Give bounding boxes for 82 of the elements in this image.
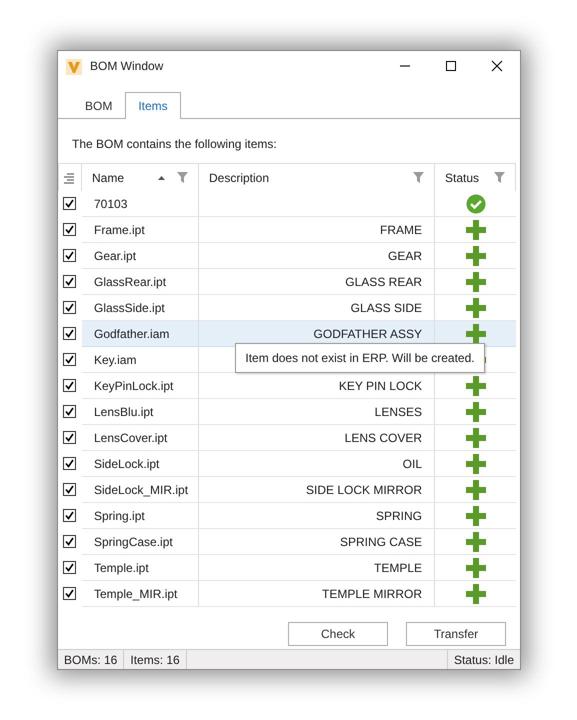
table-cell-text: TEMPLE MIRROR [322,586,422,602]
plus-icon [466,376,486,396]
table-cell-text: SideLock_MIR.ipt [94,482,188,498]
row-checkbox[interactable] [63,535,76,548]
table-cell-text: LENS COVER [344,430,422,446]
row-checkbox[interactable] [63,405,76,418]
row-checkbox[interactable] [63,249,76,262]
table-cell-text: SIDE LOCK MIRROR [306,482,422,498]
tooltip-text: Item does not exist in ERP. Will be created. [245,350,475,367]
plus-icon [466,428,486,448]
action-button[interactable]: Transfer [406,622,506,646]
plus-icon [466,402,486,422]
table-cell-text: GEAR [388,248,422,264]
plus-icon [466,558,486,578]
table-cell-text: GLASS REAR [345,274,422,290]
filter-icon[interactable] [177,172,188,183]
table-cell-text: KeyPinLock.ipt [94,378,174,394]
plus-icon [466,246,486,266]
row-checkbox[interactable] [63,379,76,392]
table-cell-text: SPRING [376,508,422,524]
plus-icon [466,584,486,604]
table-cell-text: GlassSide.ipt [94,300,165,316]
table-cell-text: 70103 [94,196,128,212]
column-chooser-icon[interactable] [63,172,75,184]
table-cell-text: GLASS SIDE [350,300,422,316]
close-icon [491,60,503,72]
table-cell-text: Godfather.iam [94,326,170,342]
column-header[interactable]: Name [92,168,124,186]
filter-icon[interactable] [494,172,505,183]
row-checkbox[interactable] [63,353,76,366]
row-checkbox[interactable] [63,587,76,600]
plus-icon [466,220,486,240]
table-cell-text: TEMPLE [374,560,422,576]
row-checkbox[interactable] [63,431,76,444]
row-checkbox[interactable] [63,275,76,288]
row-checkbox[interactable] [63,561,76,574]
row-checkbox[interactable] [63,457,76,470]
table-cell-text: SPRING CASE [340,534,422,550]
row-checkbox[interactable] [63,223,76,236]
plus-icon [466,480,486,500]
tab[interactable]: Items [125,92,181,119]
filter-icon[interactable] [413,172,424,183]
plus-icon [466,454,486,474]
plus-icon [466,298,486,318]
column-header[interactable]: Description [209,168,270,186]
table-cell-text: Spring.ipt [94,508,145,524]
status-text: Items: 16 [130,652,180,668]
table-cell-text: LensBlu.ipt [94,404,154,420]
table-cell-text: KEY PIN LOCK [338,378,422,394]
row-checkbox[interactable] [63,327,76,340]
table-cell-text: Frame.ipt [94,222,145,238]
sort-ascending-icon [158,176,165,180]
plus-icon [466,324,486,344]
table-cell-text: SpringCase.ipt [94,534,173,550]
row-checkbox[interactable] [63,197,76,210]
row-checkbox[interactable] [63,509,76,522]
table-cell-text: LENSES [374,404,422,420]
table-cell-text: GODFATHER ASSY [314,326,422,342]
table-cell-text: Key.iam [94,352,136,368]
window-title: BOM Window [90,58,164,75]
table-cell-text: Temple_MIR.ipt [94,586,178,602]
table-cell-text: SideLock.ipt [94,456,160,472]
action-button[interactable]: Check [288,622,388,646]
app-logo-icon [66,58,82,75]
table-cell-text: FRAME [380,222,422,238]
row-checkbox[interactable] [63,301,76,314]
table-cell-text: OIL [402,456,422,472]
plus-icon [466,506,486,526]
plus-icon [466,272,486,292]
tab[interactable]: BOM [72,92,126,118]
intro-text: The BOM contains the following items: [72,136,278,153]
column-header[interactable]: Status [445,168,480,186]
row-checkbox[interactable] [63,483,76,496]
maximize-icon [445,60,457,72]
table-cell-text: Temple.ipt [94,560,149,576]
table-cell-text: GlassRear.ipt [94,274,166,290]
status-text: Status: Idle [454,652,514,668]
plus-icon [466,532,486,552]
table-cell-text: LensCover.ipt [94,430,168,446]
check-circle-icon [466,194,486,214]
table-cell-text: Gear.ipt [94,248,136,264]
status-text: BOMs: 16 [64,652,118,668]
